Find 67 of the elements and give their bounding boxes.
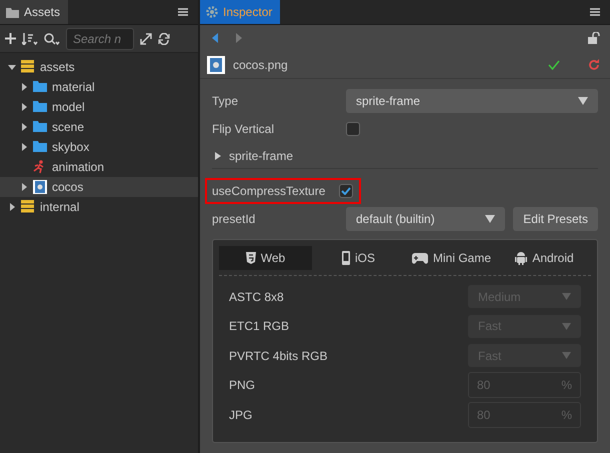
setting-label: JPG bbox=[229, 406, 254, 424]
tree-item[interactable]: cocos bbox=[0, 177, 198, 197]
caret-right-icon[interactable] bbox=[20, 183, 28, 191]
setting-label: ETC1 RGB bbox=[229, 318, 290, 336]
platform-tab[interactable]: Mini Game bbox=[405, 246, 498, 270]
menu-icon[interactable] bbox=[178, 8, 188, 16]
caret-right-icon[interactable] bbox=[20, 83, 28, 91]
dropdown[interactable]: default (builtin) bbox=[346, 207, 506, 231]
edit-presets-button[interactable]: Edit Presets bbox=[513, 207, 598, 231]
gamepad-icon bbox=[412, 252, 428, 264]
html5-icon bbox=[246, 252, 256, 264]
refresh-icon[interactable] bbox=[158, 32, 170, 44]
tree-item[interactable]: assets bbox=[0, 57, 198, 77]
tree-item[interactable]: material bbox=[0, 77, 198, 97]
unlock-icon[interactable] bbox=[588, 32, 600, 44]
assets-tab[interactable]: Assets bbox=[0, 0, 68, 24]
dropdown[interactable]: sprite-frame bbox=[346, 89, 598, 113]
caret-down-icon bbox=[485, 215, 496, 223]
section-label[interactable]: sprite-frame bbox=[229, 146, 294, 164]
folder-icon bbox=[33, 140, 47, 154]
file-name: cocos.png bbox=[233, 56, 289, 74]
folder-icon bbox=[33, 120, 47, 134]
caret-right-icon[interactable] bbox=[20, 103, 28, 111]
platform-tab[interactable]: Android bbox=[498, 246, 591, 270]
sort-icon[interactable] bbox=[22, 32, 38, 44]
android-icon bbox=[515, 252, 528, 264]
caret-down-icon bbox=[562, 293, 571, 300]
caret-right-icon[interactable] bbox=[20, 123, 28, 131]
caret-right-icon[interactable] bbox=[20, 143, 28, 151]
tree-item[interactable]: animation bbox=[0, 157, 198, 177]
caret-down-icon[interactable] bbox=[8, 63, 16, 71]
expand-icon[interactable] bbox=[140, 32, 152, 44]
tree-item[interactable]: skybox bbox=[0, 137, 198, 157]
caret-down-icon bbox=[578, 97, 588, 105]
tree-item[interactable]: model bbox=[0, 97, 198, 117]
setting-label: ASTC 8x8 bbox=[229, 288, 285, 306]
property-label: useCompressTexture bbox=[212, 183, 326, 200]
caret-down-icon bbox=[562, 322, 571, 330]
property-label: presetId bbox=[212, 211, 256, 228]
checkbox[interactable] bbox=[339, 184, 354, 198]
image-thumbnail-icon bbox=[207, 56, 225, 74]
plus-icon[interactable] bbox=[5, 33, 16, 44]
platform-tab[interactable]: iOS bbox=[312, 246, 405, 270]
gear-icon bbox=[206, 6, 218, 18]
caret-right-icon[interactable] bbox=[8, 203, 16, 211]
image-thumbnail-icon bbox=[33, 180, 47, 194]
folder-icon bbox=[6, 6, 19, 18]
back-icon[interactable] bbox=[212, 33, 218, 43]
folder-icon bbox=[33, 80, 47, 94]
tree-item[interactable]: internal bbox=[0, 197, 198, 217]
property-label: Type bbox=[212, 93, 240, 110]
database-icon bbox=[21, 200, 35, 214]
apply-check-icon[interactable] bbox=[548, 60, 560, 70]
search-field[interactable]: Search n bbox=[66, 28, 134, 50]
checkbox[interactable] bbox=[346, 122, 360, 136]
folder-icon bbox=[33, 100, 47, 114]
caret-down-icon bbox=[562, 352, 571, 360]
menu-icon[interactable] bbox=[590, 8, 600, 16]
search-icon[interactable] bbox=[44, 32, 60, 44]
caret-right-icon[interactable] bbox=[215, 152, 221, 160]
platform-tab[interactable]: Web bbox=[219, 246, 312, 270]
tree-item[interactable]: scene bbox=[0, 117, 198, 137]
database-icon bbox=[21, 60, 35, 74]
setting-label: PVRTC 4bits RGB bbox=[229, 348, 328, 365]
property-label: Flip Vertical bbox=[212, 121, 276, 138]
phone-icon bbox=[342, 251, 350, 265]
setting-label: PNG bbox=[229, 377, 256, 394]
